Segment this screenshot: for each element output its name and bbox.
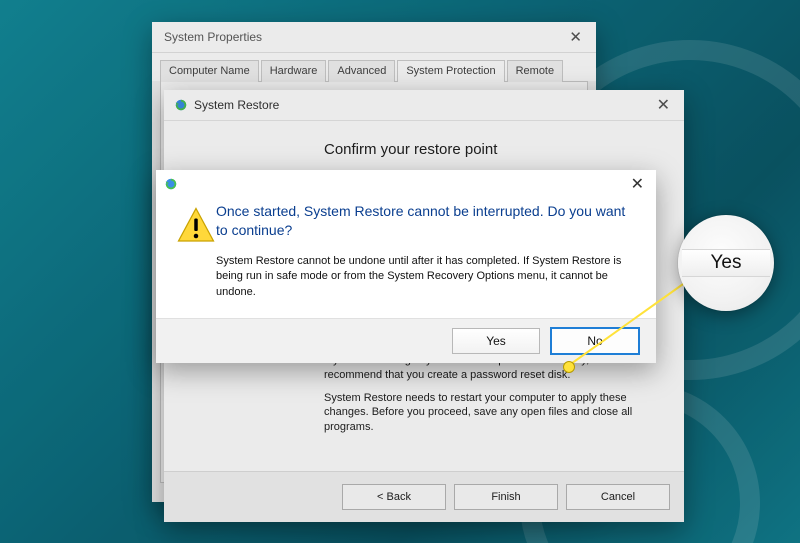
warning-icon xyxy=(176,235,216,249)
wizard-footer: < Back Finish Cancel xyxy=(164,471,684,522)
dialog-headline: Once started, System Restore cannot be i… xyxy=(216,202,630,240)
sysprops-titlebar[interactable]: System Properties ✕ xyxy=(152,22,596,53)
annotation-callout-label: Yes xyxy=(682,249,770,277)
back-button[interactable]: < Back xyxy=(342,484,446,510)
dialog-titlebar[interactable]: ✕ xyxy=(156,170,656,198)
wizard-title: System Restore xyxy=(194,98,279,112)
tab-advanced[interactable]: Advanced xyxy=(328,60,395,82)
dialog-footer: Yes No xyxy=(156,318,656,363)
cancel-button[interactable]: Cancel xyxy=(566,484,670,510)
tab-hardware[interactable]: Hardware xyxy=(261,60,327,82)
dialog-body-text: System Restore cannot be undone until af… xyxy=(216,254,630,300)
close-icon[interactable]: ✕ xyxy=(651,93,676,117)
wizard-heading: Confirm your restore point xyxy=(324,141,660,158)
no-button[interactable]: No xyxy=(550,327,640,355)
annotation-origin-dot-icon xyxy=(563,361,575,373)
tab-system-protection[interactable]: System Protection xyxy=(397,60,504,82)
yes-button[interactable]: Yes xyxy=(452,328,540,354)
finish-button[interactable]: Finish xyxy=(454,484,558,510)
tab-remote[interactable]: Remote xyxy=(507,60,564,82)
close-icon[interactable]: ✕ xyxy=(625,172,650,196)
close-icon[interactable]: ✕ xyxy=(563,26,588,48)
sysprops-title: System Properties xyxy=(164,30,262,44)
confirm-dialog-window: ✕ Once started, System Restore cannot be… xyxy=(156,170,656,363)
wizard-titlebar[interactable]: System Restore ✕ xyxy=(164,90,684,121)
system-restore-icon xyxy=(164,177,178,191)
annotation-callout-bubble: Yes xyxy=(678,215,774,311)
tab-computer-name[interactable]: Computer Name xyxy=(160,60,259,82)
system-restore-icon xyxy=(174,98,188,112)
sysprops-tabstrip: Computer Name Hardware Advanced System P… xyxy=(152,53,596,81)
wizard-note-restart: System Restore needs to restart your com… xyxy=(324,391,660,436)
